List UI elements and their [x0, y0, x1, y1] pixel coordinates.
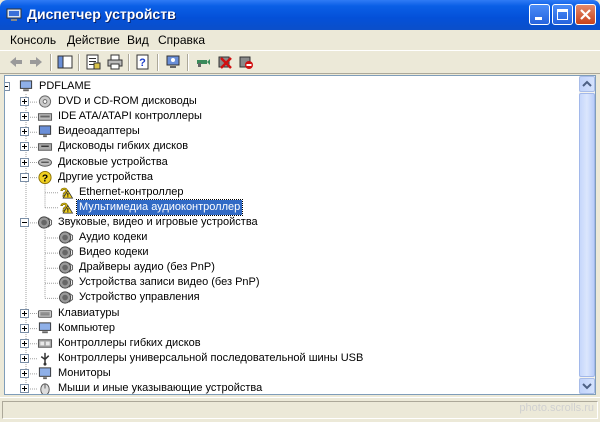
tree-item-label: Видео кодеки: [79, 246, 149, 259]
expand-plus-icon[interactable]: [20, 112, 29, 122]
tree-item-label: PDFLAME: [39, 80, 91, 92]
tree-item-label: Мониторы: [58, 366, 111, 379]
status-bar: photo.scrolls.ru: [0, 397, 600, 422]
toolbar-separator: [157, 54, 159, 71]
device-tree: PDFLAME DVD и CD-ROM дисководы IDE ATA/ATA…: [4, 75, 596, 395]
tree-item-label: Звуковые, видео и игровые устройства: [58, 215, 258, 228]
monitor-icon: [38, 367, 52, 380]
floppy-drive-icon: [37, 143, 53, 152]
maximize-icon: [557, 9, 568, 20]
floppy-controller-icon: [37, 338, 53, 348]
sound-device-icon: [58, 261, 74, 274]
tree-item-label: Мультимедиа аудиоконтроллер: [75, 198, 244, 216]
tree-item-label: Компьютер: [58, 321, 115, 334]
expand-plus-icon[interactable]: [20, 157, 29, 167]
collapse-minus-icon[interactable]: [20, 172, 29, 182]
collapse-minus-icon[interactable]: [20, 217, 29, 227]
scroll-down-button[interactable]: [579, 378, 595, 394]
chevron-up-icon: [582, 80, 592, 87]
ide-controller-icon: [37, 113, 53, 121]
scan-hardware-changes-icon[interactable]: [165, 54, 181, 70]
expand-plus-icon[interactable]: [20, 323, 29, 333]
device-manager-icon: [6, 8, 22, 21]
tree-item-label: Клавиатуры: [58, 306, 120, 319]
scroll-thumb[interactable]: [579, 93, 595, 377]
usb-icon: [40, 352, 50, 366]
forward-arrow-icon[interactable]: [28, 54, 44, 70]
window-title: Диспетчер устройств: [27, 6, 176, 22]
help-icon[interactable]: ?: [135, 54, 151, 70]
tree-item-label: Устройства записи видео (без PnP): [79, 276, 260, 289]
maximize-button[interactable]: [552, 4, 573, 25]
tree-item-label: Драйверы аудио (без PnP): [79, 261, 215, 274]
menu-help[interactable]: Справка: [158, 33, 205, 47]
sound-device-icon: [37, 216, 53, 229]
chevron-down-icon: [582, 383, 592, 390]
mouse-icon: [40, 383, 50, 394]
expand-plus-icon[interactable]: [20, 338, 29, 348]
close-button[interactable]: [575, 4, 596, 25]
tree-item-label: IDE ATA/ATAPI контроллеры: [58, 110, 202, 123]
expand-plus-icon[interactable]: [20, 384, 29, 393]
keyboard-icon: [37, 309, 53, 318]
expand-plus-icon[interactable]: [20, 308, 29, 318]
close-icon: [580, 9, 591, 20]
tree-item-label: Мыши и иные указывающие устройства: [58, 382, 263, 394]
tree-item-label: Устройство управления: [79, 291, 200, 304]
menu-bar: Консоль Действие Вид Справка: [0, 30, 600, 50]
back-arrow-icon[interactable]: [8, 54, 24, 70]
tree-item-label: Контроллеры универсальной последовательн…: [58, 351, 364, 364]
cdrom-icon: [38, 95, 52, 108]
minimize-button[interactable]: [529, 4, 550, 25]
toolbar-separator: [187, 54, 189, 71]
scroll-up-button[interactable]: [579, 76, 595, 92]
unknown-device-icon: ?: [38, 170, 52, 184]
sound-device-icon: [58, 231, 74, 244]
computer-icon: [19, 80, 33, 92]
toolbar-separator: [128, 54, 130, 71]
expand-plus-icon[interactable]: [20, 368, 29, 378]
menu-view[interactable]: Вид: [127, 33, 149, 47]
svg-text:?: ?: [42, 173, 48, 184]
disable-device-icon[interactable]: [238, 54, 254, 70]
tree-item-label: DVD и CD-ROM дисководы: [58, 95, 197, 108]
toolbar: ?: [0, 50, 600, 74]
sound-device-icon: [58, 276, 74, 289]
title-bar[interactable]: Диспетчер устройств: [0, 0, 600, 30]
tree-item-label: Контроллеры гибких дисков: [58, 336, 201, 349]
unknown-device-warning-icon: ?: [60, 200, 74, 215]
collapse-minus-icon[interactable]: [4, 82, 10, 91]
status-panel: [2, 401, 598, 419]
computer-icon: [38, 322, 52, 333]
show-hide-console-tree-icon[interactable]: [57, 54, 73, 70]
svg-text:?: ?: [139, 57, 146, 69]
expand-plus-icon[interactable]: [20, 97, 29, 107]
vertical-scrollbar[interactable]: [579, 76, 595, 394]
minimize-icon: [535, 17, 542, 20]
display-adapter-icon: [38, 125, 52, 138]
sound-device-icon: [58, 246, 74, 259]
tree-item-label: Другие устройства: [58, 170, 153, 183]
expand-plus-icon[interactable]: [20, 142, 29, 152]
expand-plus-icon[interactable]: [20, 127, 29, 137]
watermark: photo.scrolls.ru: [519, 402, 594, 414]
toolbar-separator: [78, 54, 80, 71]
menu-console[interactable]: Консоль: [10, 33, 56, 47]
properties-icon[interactable]: [85, 54, 101, 70]
print-icon[interactable]: [107, 54, 123, 70]
unknown-device-warning-icon: ?: [60, 185, 74, 200]
menu-action[interactable]: Действие: [67, 33, 120, 47]
update-driver-icon[interactable]: [195, 54, 211, 70]
uninstall-device-icon[interactable]: [217, 54, 233, 70]
disk-drive-icon: [37, 157, 53, 167]
tree-item-label: Аудио кодеки: [79, 231, 148, 243]
tree-item-label: Видеоадаптеры: [58, 125, 140, 138]
expand-plus-icon[interactable]: [20, 353, 29, 363]
toolbar-separator: [50, 54, 52, 71]
tree-item-label: Дисковые устройства: [58, 155, 168, 168]
tree-item-label: Ethernet-контроллер: [79, 185, 184, 198]
tree-item-label: Дисководы гибких дисков: [58, 140, 189, 153]
sound-device-icon: [58, 291, 74, 304]
